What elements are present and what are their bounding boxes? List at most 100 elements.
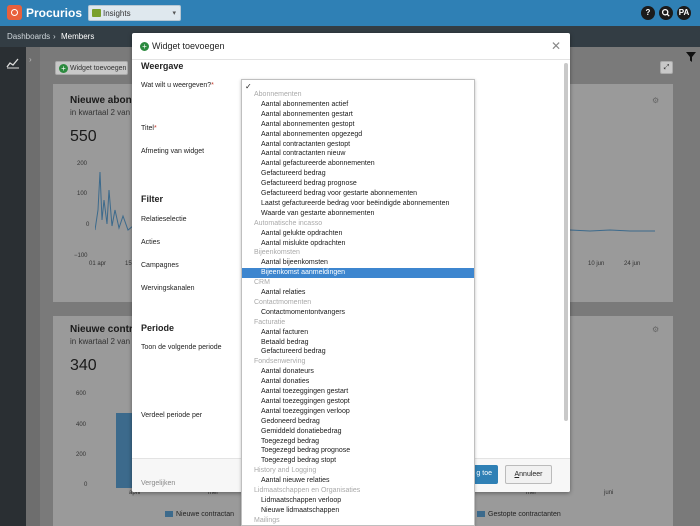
breadcrumb-current: Members bbox=[61, 32, 95, 41]
panel-1-xtick: 24 jun bbox=[624, 261, 641, 267]
gear-icon[interactable]: ⚙ bbox=[652, 325, 659, 334]
dropdown-option[interactable]: Toegezegd bedrag bbox=[242, 437, 474, 447]
dropdown-option[interactable]: Toegezegd bedrag stopt bbox=[242, 456, 474, 466]
chevron-down-icon: ▾ bbox=[172, 10, 176, 17]
panel-1-line-chart bbox=[95, 171, 134, 231]
chart-icon[interactable] bbox=[6, 57, 20, 72]
legend-item[interactable]: Gestopte contractanten bbox=[477, 511, 561, 518]
panel-1-xtick: 01 apr bbox=[89, 261, 107, 267]
panel-1-xtick: 15 bbox=[125, 261, 132, 267]
dropdown-group-header: Abonnementen bbox=[254, 91, 302, 98]
legend-item[interactable]: Nieuwe contractan bbox=[165, 511, 234, 518]
field-verdeel-label: Verdeel periode per bbox=[141, 412, 203, 419]
dropdown-option[interactable]: Gefactureerd bedrag bbox=[242, 347, 474, 357]
legend-swatch bbox=[477, 511, 485, 518]
field-vergelijken-label: Vergelijken bbox=[141, 480, 176, 487]
dropdown-option[interactable]: Aantal bijeenkomsten bbox=[242, 258, 474, 268]
panel-2-ytick: 400 bbox=[76, 422, 87, 428]
panel-2-ytick: 200 bbox=[76, 452, 87, 458]
top-bar: Procurios Insights ▾ ? PA bbox=[0, 0, 700, 26]
dropdown-option[interactable]: Aantal relaties bbox=[242, 288, 474, 298]
dropdown-option[interactable]: Waarde van gestarte abonnementen bbox=[242, 209, 474, 219]
modal-scrollbar[interactable] bbox=[564, 63, 568, 421]
dropdown-option[interactable]: Aantal mislukte opdrachten bbox=[242, 239, 474, 249]
dropdown-group-header: Facturatie bbox=[254, 318, 286, 326]
panel-1-line-chart-right bbox=[570, 229, 655, 232]
dropdown-option[interactable]: Gefactureerd bedrag voor gestarte abonne… bbox=[242, 189, 474, 199]
dropdown-option[interactable]: Gemiddeld donatiebedrag bbox=[242, 427, 474, 437]
panel-1-ytick: 0 bbox=[86, 222, 90, 228]
dropdown-option[interactable]: Aantal donateurs bbox=[242, 367, 474, 377]
dropdown-option[interactable]: Aantal toezeggingen gestart bbox=[242, 387, 474, 397]
dropdown-option[interactable]: Bijeenkomst aanmeldingen bbox=[242, 268, 474, 279]
dropdown-option[interactable]: Gedoneerd bedrag bbox=[242, 417, 474, 427]
close-icon[interactable]: ✕ bbox=[551, 39, 561, 53]
panel-1-ytick: 100 bbox=[77, 191, 88, 197]
field-acties-label: Acties bbox=[141, 239, 161, 246]
field-title-label: Titel* bbox=[141, 125, 157, 132]
sidebar-toggle[interactable]: › bbox=[26, 47, 40, 526]
dropdown-group-header: Lidmaatschappen en Organisaties bbox=[254, 487, 361, 494]
dropdown-option[interactable]: Nieuwe lidmaatschappen bbox=[242, 506, 474, 516]
section-filter: Filter bbox=[141, 194, 164, 204]
dropdown-option[interactable]: Laatst gefactureerde bedrag voor beëindi… bbox=[242, 199, 474, 209]
dropdown-group-header: CRM bbox=[254, 279, 270, 287]
dropdown-group-header: Contactmomenten bbox=[254, 298, 312, 306]
widget-type-dropdown[interactable]: ✓ Abonnementen Aantal abonnementen actief… bbox=[241, 79, 475, 526]
field-wervingskanalen-label: Wervingskanalen bbox=[141, 285, 195, 292]
dropdown-option[interactable]: Aantal abonnementen opgezegd bbox=[242, 130, 474, 140]
dropdown-option[interactable]: Gefactureerd bedrag bbox=[242, 169, 474, 179]
add-widget-button[interactable]: + Widget toevoegen bbox=[55, 61, 128, 75]
breadcrumb-separator: › bbox=[53, 32, 56, 41]
user-avatar[interactable]: PA bbox=[677, 6, 691, 20]
dropdown-option[interactable]: Aantal gefactureerde abonnementen bbox=[242, 159, 474, 169]
help-icon[interactable]: ? bbox=[641, 6, 655, 20]
module-select-label: Insights bbox=[103, 9, 131, 18]
dropdown-option[interactable]: Aantal gelukte opdrachten bbox=[242, 229, 474, 239]
sidebar bbox=[0, 47, 26, 526]
brand-name: Procurios bbox=[26, 6, 83, 20]
chevron-right-icon: › bbox=[29, 55, 32, 64]
procurios-logo-icon bbox=[7, 5, 22, 20]
section-weergave: Weergave bbox=[141, 61, 184, 71]
panel-1-value: 550 bbox=[70, 128, 97, 145]
dropdown-option[interactable]: Aantal toezeggingen verloop bbox=[242, 407, 474, 417]
dropdown-option[interactable]: Aantal contractanten gestopt bbox=[242, 140, 474, 150]
plus-icon: + bbox=[140, 42, 149, 51]
dropdown-option[interactable]: Aantal contractanten nieuw bbox=[242, 149, 474, 159]
search-icon[interactable] bbox=[659, 6, 673, 20]
dropdown-option[interactable]: Aantal abonnementen gestart bbox=[242, 110, 474, 120]
gear-icon[interactable]: ⚙ bbox=[652, 96, 659, 105]
field-campagnes-label: Campagnes bbox=[141, 262, 179, 269]
panel-1-xtick: 10 jun bbox=[588, 261, 605, 267]
dropdown-group-header: Mailings bbox=[254, 516, 280, 524]
filter-icon[interactable] bbox=[685, 51, 697, 66]
panel-1-subtitle: in kwartaal 2 van bbox=[70, 108, 131, 117]
dropdown-option[interactable]: Aantal nieuwe relaties bbox=[242, 476, 474, 486]
panel-2-bar bbox=[116, 413, 132, 488]
panel-2-ytick: 0 bbox=[84, 482, 88, 488]
dropdown-option[interactable]: Toegezegd bedrag prognose bbox=[242, 446, 474, 456]
dropdown-option[interactable]: Gefactureerd bedrag prognose bbox=[242, 179, 474, 189]
dropdown-option[interactable]: Aantal abonnementen actief bbox=[242, 100, 474, 110]
panel-2-xtick: juni bbox=[604, 490, 614, 496]
dropdown-option[interactable]: Aantal abonnementen gestopt bbox=[242, 120, 474, 130]
module-select[interactable]: Insights ▾ bbox=[88, 5, 181, 21]
dropdown-option[interactable]: Lidmaatschappen verloop bbox=[242, 496, 474, 506]
dropdown-option[interactable]: Contactmomentontvangers bbox=[242, 308, 474, 318]
panel-1-ytick: 200 bbox=[77, 161, 88, 167]
dropdown-option[interactable]: Aantal donaties bbox=[242, 377, 474, 387]
modal-title: Widget toevoegen bbox=[152, 41, 225, 51]
modal-header: + Widget toevoegen ✕ bbox=[132, 33, 570, 60]
expand-icon[interactable]: ⤢ bbox=[660, 61, 673, 74]
dropdown-group-header: Bijeenkomsten bbox=[254, 249, 300, 257]
dropdown-option[interactable]: Betaald bedrag bbox=[242, 338, 474, 348]
legend-swatch bbox=[165, 511, 173, 518]
insights-icon bbox=[92, 9, 101, 17]
breadcrumb-root[interactable]: Dashboards bbox=[7, 32, 50, 41]
dropdown-option[interactable]: Aantal facturen bbox=[242, 328, 474, 338]
dropdown-option[interactable]: Aantal toezeggingen gestopt bbox=[242, 397, 474, 407]
panel-2-ytick: 600 bbox=[76, 391, 87, 397]
panel-1-ytick: −100 bbox=[74, 253, 88, 259]
cancel-button[interactable]: Annuleer bbox=[505, 465, 552, 484]
